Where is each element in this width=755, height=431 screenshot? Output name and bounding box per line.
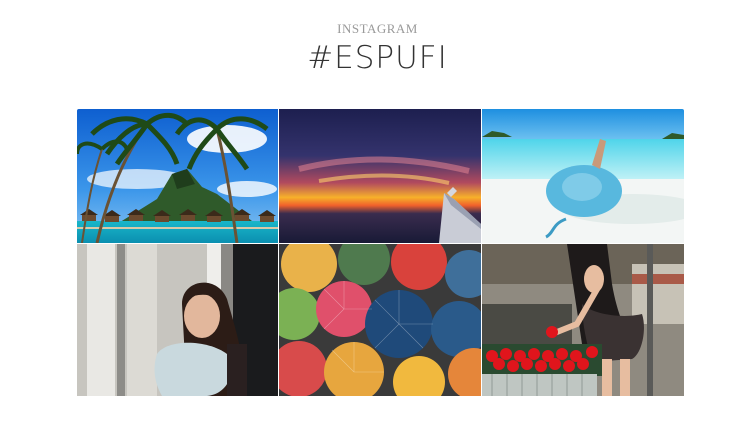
- sunset-plane-photo: [279, 109, 481, 243]
- instagram-photo-grid: [77, 109, 684, 396]
- beach-hat-photo: [482, 109, 684, 243]
- instagram-photo-sunset-plane[interactable]: [279, 109, 481, 243]
- section-eyebrow: INSTAGRAM: [337, 21, 418, 36]
- instagram-photo-tropical-island[interactable]: [77, 109, 278, 243]
- instagram-photo-woman-pillow[interactable]: [77, 244, 278, 396]
- instagram-photo-beach-hat[interactable]: [482, 109, 684, 243]
- instagram-photo-umbrellas[interactable]: [279, 244, 481, 396]
- section-title: #ESPUFI: [307, 40, 448, 76]
- woman-pillow-photo: [77, 244, 278, 396]
- instagram-photo-market-tomatoes[interactable]: [482, 244, 684, 396]
- umbrellas-photo: [279, 244, 481, 396]
- market-tomatoes-photo: [482, 244, 684, 396]
- tropical-island-photo: [77, 109, 278, 243]
